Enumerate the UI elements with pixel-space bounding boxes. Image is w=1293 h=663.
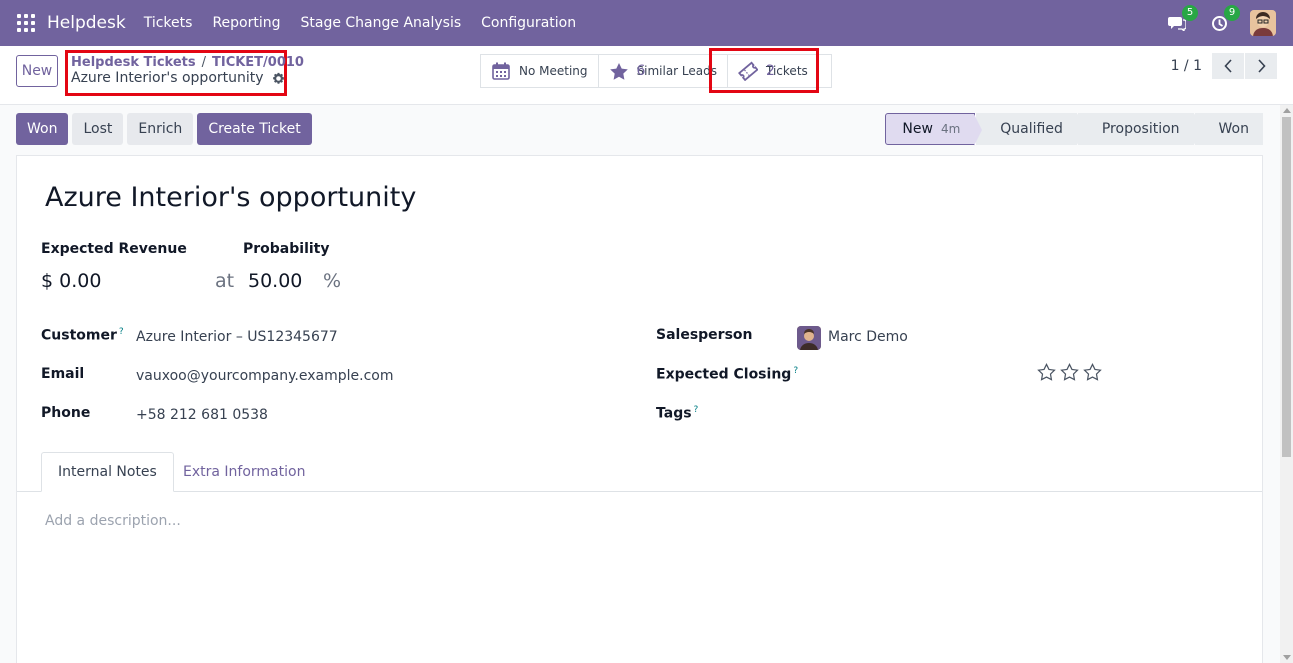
- at-label: at: [215, 270, 235, 292]
- salesperson-field[interactable]: Marc Demo: [828, 329, 908, 345]
- pager-next-button[interactable]: [1245, 53, 1277, 79]
- star-outline-icon[interactable]: [1083, 363, 1102, 381]
- phone-label: Phone: [41, 405, 91, 421]
- meeting-smart-button[interactable]: No Meeting: [480, 54, 599, 88]
- customer-label: Customer?: [41, 327, 124, 344]
- control-panel: New Helpdesk Tickets / TICKET/0010 Azure I…: [0, 46, 1293, 105]
- create-ticket-button[interactable]: Create Ticket: [197, 113, 312, 145]
- tags-label: Tags?: [656, 405, 699, 422]
- breadcrumb-ticket-link[interactable]: TICKET/0010: [212, 55, 304, 70]
- pager: 1 / 1: [1171, 53, 1277, 79]
- menu-configuration[interactable]: Configuration: [481, 15, 576, 31]
- menu-reporting[interactable]: Reporting: [212, 15, 280, 31]
- menu-stage-change-analysis[interactable]: Stage Change Analysis: [301, 15, 462, 31]
- scroll-down-arrow-icon[interactable]: [1283, 655, 1291, 660]
- similar-leads-label: Similar Leads: [636, 63, 718, 78]
- tickets-highlight: [709, 48, 819, 93]
- messages-badge: 5: [1182, 5, 1198, 21]
- form-sheet: Azure Interior's opportunity Expected Re…: [16, 155, 1263, 663]
- won-button[interactable]: Won: [16, 113, 69, 145]
- opportunity-title[interactable]: Azure Interior's opportunity: [45, 182, 416, 213]
- app-brand[interactable]: Helpdesk: [47, 13, 126, 33]
- tab-extra-information[interactable]: Extra Information: [167, 452, 321, 492]
- record-title-line: Azure Interior's opportunity: [71, 70, 285, 86]
- notebook-tabs: Internal Notes Extra Information: [17, 452, 1262, 492]
- stage-label: Qualified: [1000, 121, 1063, 137]
- record-name: Azure Interior's opportunity: [71, 70, 264, 86]
- breadcrumb: Helpdesk Tickets / TICKET/0010: [71, 55, 304, 70]
- user-avatar[interactable]: [1250, 10, 1276, 36]
- breadcrumb-parent-link[interactable]: Helpdesk Tickets: [71, 55, 196, 70]
- probability-field[interactable]: 50.00: [248, 270, 302, 292]
- stage-label: Won: [1218, 121, 1249, 137]
- clock-icon[interactable]: 9: [1208, 5, 1240, 34]
- stage-label: Proposition: [1101, 121, 1180, 137]
- phone-field[interactable]: +58 212 681 0538: [136, 407, 268, 423]
- page-scrollbar[interactable]: [1280, 105, 1293, 663]
- probability-label: Probability: [243, 241, 330, 257]
- help-icon[interactable]: ?: [119, 327, 124, 337]
- star-outline-icon[interactable]: [1037, 363, 1056, 381]
- enrich-button[interactable]: Enrich: [127, 113, 194, 145]
- scroll-up-arrow-icon[interactable]: [1283, 108, 1291, 113]
- stage-new[interactable]: New 4m: [885, 113, 983, 146]
- new-button[interactable]: New: [16, 55, 58, 87]
- gear-icon[interactable]: [272, 72, 285, 85]
- chat-icon[interactable]: 5: [1166, 5, 1198, 34]
- description-editor[interactable]: Add a description...: [45, 513, 181, 529]
- apps-grid-icon[interactable]: [17, 14, 35, 32]
- help-icon[interactable]: ?: [694, 405, 699, 415]
- priority-stars: [1037, 363, 1106, 381]
- expected-revenue-field[interactable]: $ 0.00: [41, 270, 101, 292]
- stage-duration: 4m: [940, 122, 961, 136]
- salesperson-avatar: [797, 326, 821, 350]
- header-actions: Won Lost Enrich Create Ticket: [16, 113, 316, 145]
- pager-previous-button[interactable]: [1212, 53, 1244, 79]
- menu-tickets[interactable]: Tickets: [144, 15, 193, 31]
- stage-statusbar: New 4m Qualified Proposition Won: [885, 113, 1263, 146]
- email-label: Email: [41, 366, 85, 382]
- top-navbar: Helpdesk Tickets Reporting Stage Change …: [0, 0, 1293, 46]
- help-icon[interactable]: ?: [793, 366, 798, 376]
- stage-qualified[interactable]: Qualified: [975, 113, 1085, 145]
- pager-value[interactable]: 1 / 1: [1171, 58, 1202, 74]
- stage-label: New: [902, 121, 933, 137]
- percent-label: %: [323, 270, 342, 292]
- breadcrumb-separator: /: [201, 55, 206, 70]
- lost-button[interactable]: Lost: [72, 113, 124, 145]
- star-icon: [609, 62, 629, 81]
- stage-won[interactable]: Won: [1193, 113, 1263, 145]
- scroll-thumb[interactable]: [1282, 117, 1291, 457]
- meeting-label: No Meeting: [519, 64, 588, 78]
- star-outline-icon[interactable]: [1060, 363, 1079, 381]
- salesperson-label: Salesperson: [656, 327, 753, 343]
- chevron-right-icon: [1257, 59, 1266, 73]
- similar-leads-count: 6: [636, 62, 646, 79]
- email-field[interactable]: vauxoo@yourcompany.example.com: [136, 368, 393, 384]
- calendar-icon: [491, 61, 511, 81]
- expected-closing-label: Expected Closing?: [656, 366, 799, 383]
- chevron-left-icon: [1223, 59, 1232, 73]
- customer-field[interactable]: Azure Interior – US12345677: [136, 329, 338, 345]
- tab-internal-notes[interactable]: Internal Notes: [41, 452, 174, 492]
- stage-proposition[interactable]: Proposition: [1076, 113, 1202, 145]
- activities-badge: 9: [1224, 5, 1240, 21]
- expected-revenue-label: Expected Revenue: [41, 241, 187, 257]
